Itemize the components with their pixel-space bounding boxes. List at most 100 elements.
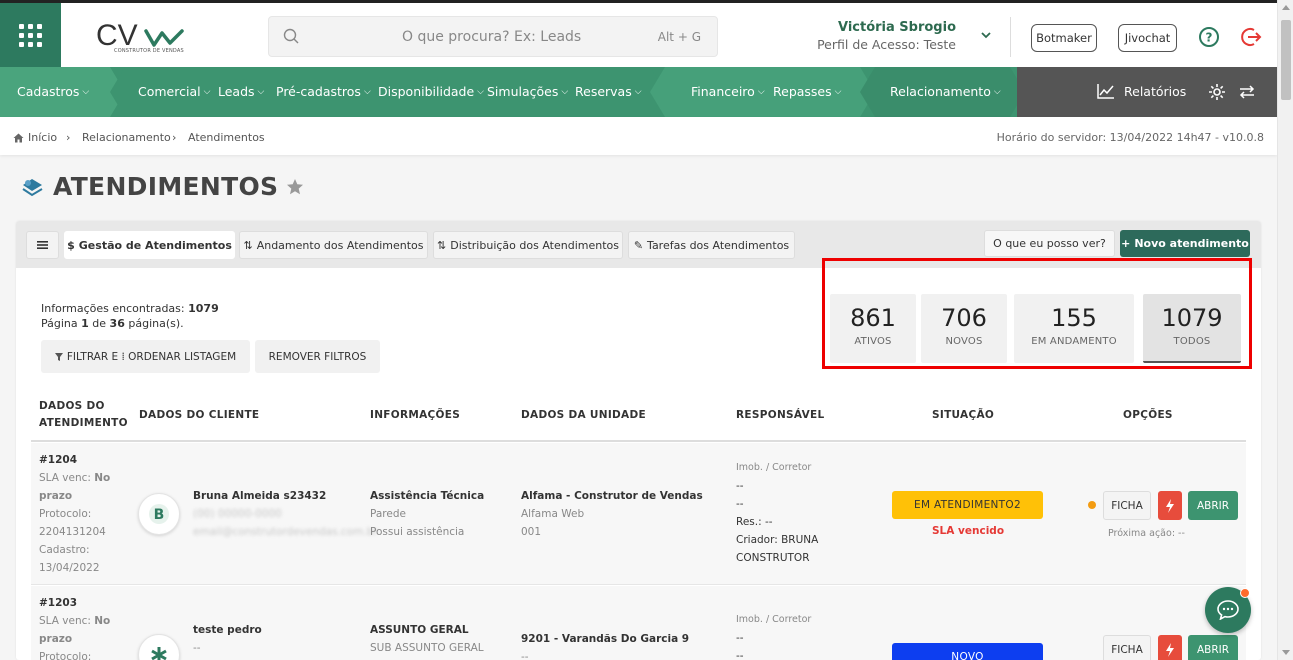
nav-reservas[interactable]: Reservas ⌵ xyxy=(575,84,642,99)
ficha-button[interactable]: FICHA xyxy=(1103,635,1151,660)
support-icon xyxy=(22,178,43,196)
th-responsavel: RESPONSÁVEL xyxy=(736,409,825,421)
row-atendimento-data: #1204 SLA venc: No prazo Protocolo: 2204… xyxy=(39,454,111,574)
scrollbar[interactable] xyxy=(1277,0,1293,660)
what-can-i-see-button[interactable]: O que eu posso ver? xyxy=(984,230,1115,257)
help-icon[interactable]: ? xyxy=(1198,26,1220,48)
th-informacoes: INFORMAÇÕES xyxy=(370,409,461,421)
th-situacao: SITUAÇÃO xyxy=(932,409,995,421)
star-icon[interactable] xyxy=(286,178,304,196)
row-unit-data: Alfama - Construtor de Vendas Alfama Web… xyxy=(521,490,703,538)
stat-todos[interactable]: 1079 TODOS xyxy=(1143,294,1241,363)
chart-line-icon xyxy=(1097,84,1114,99)
avatar[interactable]: B xyxy=(138,493,180,535)
bolt-icon xyxy=(1166,498,1174,513)
breadcrumb-home[interactable]: Início xyxy=(13,131,57,144)
home-icon xyxy=(13,133,24,142)
table-header: DADOS DO ATENDIMENTO DADOS DO CLIENTE IN… xyxy=(31,394,1246,442)
nav-financeiro[interactable]: Financeiro ⌵ xyxy=(691,84,765,99)
user-profile[interactable]: Perfil de Acesso: Teste xyxy=(817,37,956,52)
avatar[interactable] xyxy=(138,634,180,660)
nav-repasses[interactable]: Repasses ⌵ xyxy=(773,84,841,99)
svg-text:B: B xyxy=(154,507,165,523)
row-client-data: Bruna Almeida s23432 (00) 00000-0000 ema… xyxy=(193,490,378,538)
th-cliente: DADOS DO CLIENTE xyxy=(139,409,260,421)
tab-tarefas[interactable]: ✎ Tarefas dos Atendimentos xyxy=(628,231,795,259)
stat-ativos[interactable]: 861 ATIVOS xyxy=(830,294,916,363)
breadcrumb-atendimentos: Atendimentos xyxy=(188,131,265,144)
search-icon xyxy=(283,28,299,44)
stat-novos[interactable]: 706 NOVOS xyxy=(921,294,1007,363)
stat-em-andamento[interactable]: 155 EM ANDAMENTO xyxy=(1014,294,1134,363)
chevron-right-icon: › xyxy=(66,131,71,144)
apps-menu-button[interactable] xyxy=(0,3,61,67)
hamburger-icon xyxy=(37,241,48,249)
abrir-button[interactable]: ABRIR xyxy=(1188,635,1238,660)
tab-gestao[interactable]: $ Gestão de Atendimentos xyxy=(64,231,235,259)
nav-relatorios[interactable]: Relatórios xyxy=(1097,83,1186,99)
user-name[interactable]: Victória Sbrogio xyxy=(838,20,956,35)
logo-subtitle: CONSTRUTOR DE VENDAS xyxy=(114,48,184,54)
main-nav: Cadastros ⌵ Comercial ⌵ Leads ⌵ Pré-cadastr… xyxy=(0,67,1277,117)
row-atendimento-data: #1203 SLA venc: No prazo Protocolo: xyxy=(39,597,111,660)
row-responsavel-data: Imob. / Corretor -- -- xyxy=(736,614,812,660)
nav-comercial[interactable]: Comercial ⌵ xyxy=(138,84,210,99)
client-logo-icon: B xyxy=(149,504,169,524)
next-action: Próxima ação: -- xyxy=(1108,528,1185,539)
bolt-icon xyxy=(1166,642,1174,657)
breadcrumb-relacionamento[interactable]: Relacionamento xyxy=(82,131,171,144)
action-button[interactable] xyxy=(1158,491,1182,520)
nav-pre-cadastros[interactable]: Pré-cadastros ⌵ xyxy=(276,84,371,99)
filter-button[interactable]: FILTRAR E ⁞ ORDENAR LISTAGEM xyxy=(41,340,250,373)
nav-relacionamento[interactable]: Relacionamento ⌵ xyxy=(890,84,1001,99)
status-badge: NOVO xyxy=(892,643,1043,660)
scroll-down-icon[interactable] xyxy=(1282,650,1290,655)
tab-andamento[interactable]: ⇅ Andamento dos Atendimentos xyxy=(239,231,428,259)
remove-filters-button[interactable]: REMOVER FILTROS xyxy=(255,340,380,373)
row-responsavel-data: Imob. / Corretor -- -- Res.: -- Criador:… xyxy=(736,462,819,564)
tab-distribuicao[interactable]: ⇅ Distribuição dos Atendimentos xyxy=(433,231,623,259)
nav-cadastros[interactable]: Cadastros ⌵ xyxy=(17,84,89,99)
logout-icon[interactable] xyxy=(1240,26,1262,48)
row-unit-data: 9201 - Varandãs Do Garcia 9 -- xyxy=(521,633,690,660)
nav-leads[interactable]: Leads ⌵ xyxy=(218,84,264,99)
chat-notification-badge xyxy=(1240,588,1250,598)
breadcrumb: Início › Relacionamento › Atendimentos H… xyxy=(0,117,1277,155)
nav-simulacoes[interactable]: Simulações ⌵ xyxy=(487,84,568,99)
table-row: #1203 SLA venc: No prazo Protocolo: test… xyxy=(31,586,1246,660)
menu-toggle-button[interactable] xyxy=(26,231,59,259)
asterisk-icon xyxy=(151,647,167,660)
results-info: Informações encontradas: 1079 Página 1 d… xyxy=(41,302,219,330)
th-unidade: DADOS DA UNIDADE xyxy=(521,409,646,421)
svg-text:?: ? xyxy=(1206,31,1213,45)
nav-disponibilidade[interactable]: Disponibilidade ⌵ xyxy=(378,84,484,99)
search-input[interactable]: O que procura? Ex: Leads Alt + G xyxy=(268,16,718,57)
sort-icon: ⇅ xyxy=(437,238,447,252)
server-time: Horário do servidor: 13/04/2022 14h47 - … xyxy=(996,131,1264,144)
abrir-button[interactable]: ABRIR xyxy=(1188,491,1238,520)
table-row: #1204 SLA venc: No prazo Protocolo: 2204… xyxy=(31,443,1246,585)
page-title-container: ATENDIMENTOS xyxy=(20,172,304,201)
search-placeholder: O que procura? Ex: Leads xyxy=(402,29,582,45)
ficha-button[interactable]: FICHA xyxy=(1103,491,1151,520)
gear-icon[interactable] xyxy=(1208,83,1226,101)
status-badge: EM ATENDIMENTO2 xyxy=(892,491,1043,519)
filter-icon xyxy=(54,352,63,361)
scroll-thumb[interactable] xyxy=(1281,20,1291,100)
chevron-down-icon[interactable] xyxy=(980,30,992,40)
scroll-up-icon[interactable] xyxy=(1282,5,1290,10)
plus-icon: + xyxy=(1121,237,1131,250)
th-atendimento: DADOS DO ATENDIMENTO xyxy=(39,400,128,429)
th-opcoes: OPÇÕES xyxy=(1123,409,1173,421)
switch-arrows-icon[interactable] xyxy=(1238,84,1256,100)
jivochat-button[interactable]: Jivochat xyxy=(1118,24,1177,52)
botmaker-button[interactable]: Botmaker xyxy=(1031,24,1097,52)
new-atendimento-button[interactable]: + Novo atendimento xyxy=(1120,230,1250,257)
row-client-data: teste pedro -- xyxy=(193,624,262,654)
search-shortcut: Alt + G xyxy=(657,30,701,44)
action-button[interactable] xyxy=(1158,635,1182,660)
chevron-right-icon: › xyxy=(172,131,177,144)
sla-status: SLA vencido xyxy=(932,525,1005,537)
page-title: ATENDIMENTOS xyxy=(53,172,279,201)
sort-icon: ⇅ xyxy=(243,238,253,252)
